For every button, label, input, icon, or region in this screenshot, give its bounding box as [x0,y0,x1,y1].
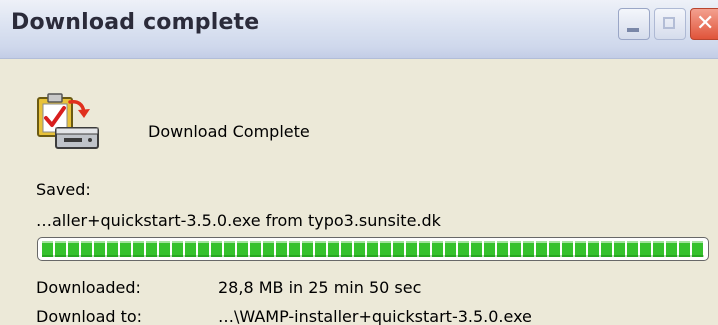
downloaded-value: 28,8 MB in 25 min 50 sec [218,278,422,297]
minimize-button[interactable] [618,8,650,40]
minimize-icon [627,28,639,32]
close-icon: ✕ [696,11,715,36]
download-progress-bar [37,237,709,261]
saved-label: Saved: [36,180,91,199]
download-complete-heading: Download Complete [148,122,310,141]
download-complete-window: Download complete ✕ Download Complete Sa… [0,0,718,325]
progress-bar-fill [42,241,704,257]
downloaded-label: Downloaded: [36,278,141,297]
download-to-label: Download to: [36,307,143,325]
close-button[interactable]: ✕ [690,8,718,40]
window-title: Download complete [11,10,260,35]
download-complete-icon [37,93,99,149]
title-bar[interactable]: Download complete ✕ [0,0,718,59]
maximize-button[interactable] [654,8,686,40]
download-to-value: …\WAMP-installer+quickstart-3.5.0.exe [218,307,532,325]
maximize-icon [663,17,675,29]
saved-file-text: …aller+quickstart-3.5.0.exe from typo3.s… [36,211,441,230]
